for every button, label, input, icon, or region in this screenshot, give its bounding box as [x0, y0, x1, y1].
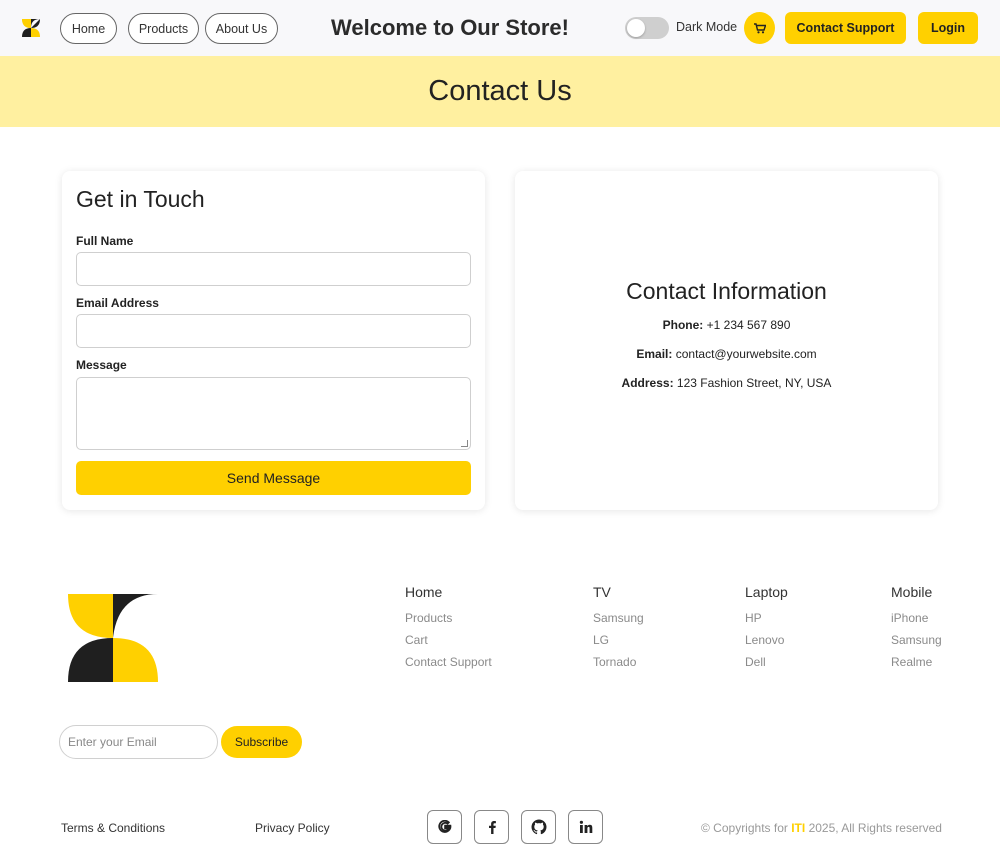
form-title: Get in Touch	[76, 186, 205, 212]
footer-link-lg[interactable]: LG	[593, 629, 644, 651]
message-textarea[interactable]	[76, 377, 471, 450]
email-info-label: Email:	[636, 347, 673, 361]
footer-heading-home[interactable]: Home	[405, 583, 492, 601]
facebook-icon	[488, 821, 496, 834]
linkedin-icon	[579, 820, 592, 833]
toggle-knob	[627, 19, 645, 37]
email-info-value: contact@yourwebsite.com	[675, 347, 817, 361]
brand-logo-icon[interactable]	[22, 19, 40, 37]
footer-col-tv: TV Samsung LG Tornado	[593, 583, 644, 673]
footer-heading-mobile[interactable]: Mobile	[891, 583, 942, 601]
facebook-button[interactable]	[474, 810, 509, 844]
contact-form-card: Get in Touch Full Name Email Address Mes…	[62, 171, 485, 510]
address-value: 123 Fashion Street, NY, USA	[676, 376, 832, 390]
phone-label: Phone:	[662, 318, 704, 332]
copyright-brand[interactable]: ITI	[791, 821, 805, 835]
send-message-button[interactable]: Send Message	[76, 461, 471, 495]
phone-value: +1 234 567 890	[706, 318, 791, 332]
github-icon	[531, 819, 546, 835]
navbar: Home Products About Us Welcome to Our St…	[0, 0, 1000, 56]
footer-link-realme[interactable]: Realme	[891, 651, 942, 673]
resize-grip-icon[interactable]	[461, 440, 468, 447]
footer-link-iphone[interactable]: iPhone	[891, 607, 942, 629]
nav-link-about-us[interactable]: About Us	[205, 13, 278, 44]
page-title-banner: Contact Us	[0, 56, 1000, 127]
contact-info-card: Contact Information Phone: +1 234 567 89…	[515, 171, 938, 510]
copyright-suffix: 2025, All Rights reserved	[808, 821, 942, 835]
email-line: Email: contact@yourwebsite.com	[515, 347, 938, 361]
full-name-label: Full Name	[76, 234, 134, 248]
dark-mode-toggle[interactable]	[625, 17, 669, 39]
footer-heading-laptop[interactable]: Laptop	[745, 583, 788, 601]
privacy-link[interactable]: Privacy Policy	[255, 821, 330, 835]
linkedin-button[interactable]	[568, 810, 603, 844]
nav-link-home[interactable]: Home	[60, 13, 117, 44]
footer-col-mobile: Mobile iPhone Samsung Realme	[891, 583, 942, 673]
address-label: Address:	[621, 376, 674, 390]
google-icon	[437, 820, 451, 833]
full-name-input[interactable]	[76, 252, 471, 286]
footer-col-laptop: Laptop HP Lenovo Dell	[745, 583, 788, 673]
github-button[interactable]	[521, 810, 556, 844]
footer-link-contact-support[interactable]: Contact Support	[405, 651, 492, 673]
footer-link-cart[interactable]: Cart	[405, 629, 492, 651]
footer-link-samsung-tv[interactable]: Samsung	[593, 607, 644, 629]
nav-link-products[interactable]: Products	[128, 13, 199, 44]
subscribe-email-input[interactable]: Enter your Email	[59, 725, 218, 759]
footer-col-home: Home Products Cart Contact Support	[405, 583, 492, 673]
cart-button[interactable]	[744, 12, 775, 44]
terms-link[interactable]: Terms & Conditions	[61, 821, 165, 835]
dark-mode-label: Dark Mode	[676, 20, 738, 34]
store-title: Welcome to Our Store!	[331, 15, 569, 40]
contact-info-title: Contact Information	[626, 278, 827, 304]
footer-link-products[interactable]: Products	[405, 607, 492, 629]
cart-icon	[753, 22, 766, 33]
phone-line: Phone: +1 234 567 890	[515, 318, 938, 332]
footer-link-hp[interactable]: HP	[745, 607, 788, 629]
address-line: Address: 123 Fashion Street, NY, USA	[515, 376, 938, 390]
email-label: Email Address	[76, 296, 159, 310]
footer-link-tornado[interactable]: Tornado	[593, 651, 644, 673]
footer-heading-tv[interactable]: TV	[593, 583, 644, 601]
footer-link-dell[interactable]: Dell	[745, 651, 788, 673]
footer-logo-icon	[68, 594, 158, 682]
login-button[interactable]: Login	[918, 12, 978, 44]
footer-link-lenovo[interactable]: Lenovo	[745, 629, 788, 651]
google-button[interactable]	[427, 810, 462, 844]
message-label: Message	[76, 358, 127, 372]
email-input[interactable]	[76, 314, 471, 348]
contact-support-button[interactable]: Contact Support	[785, 12, 906, 44]
copyright-prefix: © Copyrights for	[701, 821, 788, 835]
subscribe-button[interactable]: Subscribe	[221, 726, 302, 758]
footer-link-samsung-mobile[interactable]: Samsung	[891, 629, 942, 651]
copyright-text: © Copyrights for ITI 2025, All Rights re…	[701, 821, 942, 835]
